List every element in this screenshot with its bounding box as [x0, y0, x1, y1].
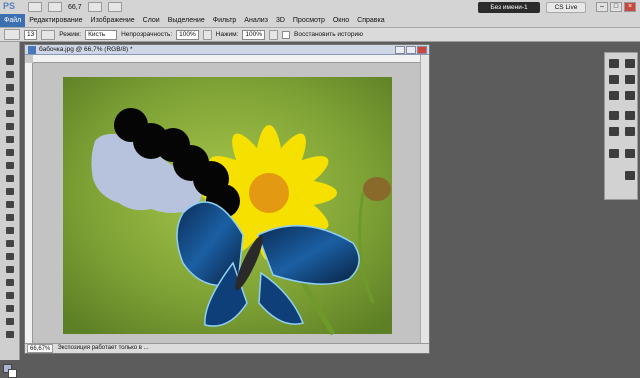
menu-file[interactable]: Файл — [0, 14, 26, 27]
dodge-tool-icon[interactable] — [4, 225, 16, 236]
brush-size[interactable]: 13 — [24, 29, 38, 40]
vertical-ruler[interactable] — [25, 63, 33, 343]
opacity-label: Непрозрачность: — [121, 31, 173, 38]
pen-tool-icon[interactable] — [4, 238, 16, 249]
opacity-pressure-icon[interactable] — [202, 29, 212, 40]
canvas-area[interactable] — [33, 63, 420, 343]
zoom-level[interactable]: 66,7 — [68, 4, 82, 11]
3d-orbit-tool-icon[interactable] — [4, 303, 16, 314]
eraser-tool-icon[interactable] — [4, 186, 16, 197]
background-color-swatch[interactable] — [8, 369, 17, 378]
menu-3d[interactable]: 3D — [272, 14, 289, 27]
mode-label: Режим: — [59, 31, 82, 38]
layers-panel-icon[interactable] — [625, 91, 635, 100]
quick-select-tool-icon[interactable] — [4, 95, 16, 106]
brush-tool-icon[interactable] — [4, 147, 16, 158]
menu-edit[interactable]: Редактирование — [25, 14, 86, 27]
maximize-button[interactable]: □ — [610, 2, 622, 12]
actions-panel-icon[interactable] — [625, 127, 635, 136]
main-menu: Файл Редактирование Изображение Слои Выд… — [0, 14, 640, 27]
doc-close-button[interactable] — [417, 46, 427, 54]
crop-tool-icon[interactable] — [4, 108, 16, 119]
doc-minimize-button[interactable] — [395, 46, 405, 54]
masks-panel-icon[interactable] — [609, 91, 619, 100]
3d-panel-icon[interactable] — [625, 171, 635, 180]
view-extras-button[interactable] — [87, 2, 102, 12]
path-selection-tool-icon[interactable] — [4, 264, 16, 275]
restore-history-label: Восстановить историю — [294, 31, 363, 38]
clone-stamp-tool-icon[interactable] — [4, 160, 16, 171]
3d-rotate-tool-icon[interactable] — [4, 290, 16, 301]
document-tab[interactable]: бабочка.jpg @ 66,7% (RGB/8) * — [25, 45, 429, 55]
swatches-panel-icon[interactable] — [609, 59, 619, 68]
menu-window[interactable]: Окно — [329, 14, 353, 27]
menu-help[interactable]: Справка — [353, 14, 388, 27]
marquee-tool-icon[interactable] — [4, 69, 16, 80]
menu-view[interactable]: Просмотр — [289, 14, 329, 27]
airbrush-icon[interactable] — [269, 29, 278, 40]
opacity-input[interactable]: 100% — [176, 29, 199, 40]
cs-live-button[interactable]: CS Live — [546, 2, 586, 13]
mode-select[interactable]: Кисть — [85, 29, 118, 40]
history-brush-tool-icon[interactable] — [4, 173, 16, 184]
app-bar-controls: 66,7 — [28, 2, 122, 12]
menu-image[interactable]: Изображение — [87, 14, 139, 27]
doc-maximize-button[interactable] — [406, 46, 416, 54]
blur-tool-icon[interactable] — [4, 212, 16, 223]
gradient-tool-icon[interactable] — [4, 199, 16, 210]
restore-history-checkbox[interactable] — [282, 30, 290, 39]
zoom-tool-icon[interactable] — [4, 329, 16, 340]
brush-panel-toggle-icon[interactable] — [41, 29, 56, 40]
hand-tool-icon[interactable] — [4, 316, 16, 327]
vertical-scrollbar[interactable] — [420, 55, 429, 343]
move-tool-icon[interactable] — [4, 56, 16, 67]
adjustments-panel-icon[interactable] — [625, 75, 635, 84]
pressure-input[interactable]: 100% — [242, 29, 265, 40]
document-window-controls — [395, 46, 427, 54]
flower-bud — [363, 177, 391, 201]
brush-panel-icon[interactable] — [609, 149, 619, 158]
status-text[interactable]: Экспозиция работает только в ... — [57, 344, 148, 353]
document-title: бабочка.jpg @ 66,7% (RGB/8) * — [39, 46, 133, 53]
styles-panel-icon[interactable] — [609, 75, 619, 84]
image-canvas[interactable] — [33, 63, 422, 336]
clone-source-panel-icon[interactable] — [625, 149, 635, 158]
channels-panel-icon[interactable] — [609, 111, 619, 120]
collapsed-panels — [604, 52, 638, 200]
tools-panel — [0, 42, 20, 378]
document-icon — [28, 46, 36, 54]
horizontal-ruler[interactable] — [33, 55, 420, 63]
status-zoom[interactable]: 66,67% — [27, 344, 54, 353]
document-window: бабочка.jpg @ 66,7% (RGB/8) * 66,67% Экс… — [24, 44, 430, 354]
shape-tool-icon[interactable] — [4, 277, 16, 288]
close-button[interactable]: × — [624, 2, 636, 12]
application-bar: PS 66,7 Без имени-1 CS Live – □ × Файл Р… — [0, 0, 640, 28]
history-panel-icon[interactable] — [609, 127, 619, 136]
minimize-button[interactable]: – — [596, 2, 608, 12]
menu-layers[interactable]: Слои — [139, 14, 164, 27]
brush-preset-icon[interactable] — [4, 29, 20, 40]
eyedropper-tool-icon[interactable] — [4, 121, 16, 132]
photoshop-logo: PS — [3, 1, 16, 11]
paths-panel-icon[interactable] — [625, 111, 635, 120]
status-bar: 66,67% Экспозиция работает только в ... — [25, 343, 429, 353]
minibridge-button[interactable] — [48, 2, 62, 12]
workspace-switcher[interactable]: Без имени-1 — [478, 2, 540, 13]
color-panel-icon[interactable] — [625, 59, 635, 68]
lasso-tool-icon[interactable] — [4, 82, 16, 93]
bridge-button[interactable] — [28, 2, 42, 12]
menu-select[interactable]: Выделение — [164, 14, 209, 27]
menu-analysis[interactable]: Анализ — [240, 14, 272, 27]
window-controls: – □ × — [596, 2, 636, 12]
menu-filter[interactable]: Фильтр — [209, 14, 241, 27]
type-tool-icon[interactable] — [4, 251, 16, 262]
arrange-documents-button[interactable] — [107, 2, 122, 12]
healing-brush-tool-icon[interactable] — [4, 134, 16, 145]
options-bar: 13 Режим: Кисть Непрозрачность: 100% Наж… — [0, 28, 640, 42]
pressure-label: Нажим: — [215, 31, 239, 38]
